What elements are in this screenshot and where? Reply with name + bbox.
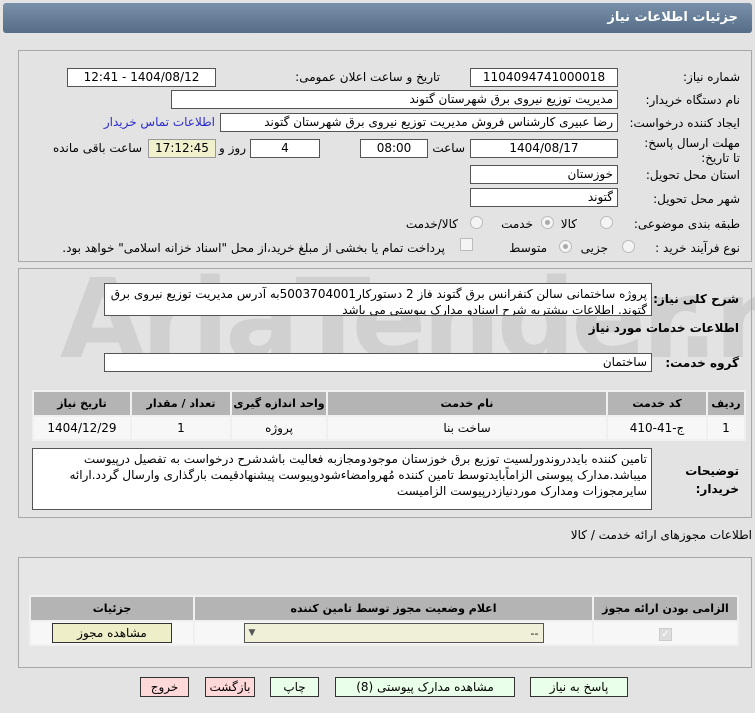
days-field[interactable]: 4: [250, 139, 320, 158]
exit-button[interactable]: خروج: [140, 677, 189, 697]
city-field[interactable]: گتوند: [470, 188, 618, 207]
col-code: کد خدمت: [608, 392, 706, 415]
announce-label: تاریخ و ساعت اعلان عمومی:: [295, 70, 440, 84]
col-permit-details: جزئیات: [31, 597, 193, 620]
chevron-down-icon: ▼: [248, 628, 256, 638]
remaining-time: 17:12:45: [148, 139, 216, 158]
announce-field[interactable]: 1404/08/12 - 12:41: [67, 68, 216, 87]
category-radio-both[interactable]: [470, 216, 483, 229]
category-label: طبقه بندی موضوعی:: [633, 217, 740, 231]
deadline-date-field[interactable]: 1404/08/17: [470, 139, 618, 158]
permits-table: الزامی بودن ارائه مجوز اعلام وضعیت مجوز …: [29, 595, 739, 646]
reply-button[interactable]: پاسخ به نیاز: [530, 677, 628, 697]
services-table: ردیف کد خدمت نام خدمت واحد اندازه گیری ت…: [32, 390, 746, 441]
view-permit-button[interactable]: مشاهده مجوز: [52, 623, 172, 643]
process-radio-minor[interactable]: [622, 240, 635, 253]
col-date: تاریخ نیاز: [34, 392, 130, 415]
cell-row: 1: [708, 417, 744, 439]
treasury-payment-note: پرداخت تمام یا بخشی از مبلغ خرید،از محل …: [62, 241, 445, 255]
permits-header-row: الزامی بودن ارائه مجوز اعلام وضعیت مجوز …: [31, 597, 737, 620]
back-button[interactable]: بازگشت: [205, 677, 255, 697]
cell-qty: 1: [132, 417, 230, 439]
permits-title: اطلاعات مجوزهای ارائه خدمت / کالا: [570, 528, 752, 542]
summary-textarea[interactable]: پروژه ساختمانی سالن کنفرانس برق گتوند فا…: [104, 283, 652, 316]
permit-status-value: --: [530, 626, 539, 640]
creator-field[interactable]: رضا عبیری کارشناس فروش مدیریت توزیع نیرو…: [220, 113, 618, 132]
summary-label: شرح کلی نیاز:: [653, 292, 739, 306]
service-group-label: گروه خدمت:: [665, 356, 739, 370]
cell-unit: پروژه: [232, 417, 326, 439]
process-radio-medium[interactable]: [559, 240, 572, 253]
need-number-label: شماره نیاز:: [683, 70, 740, 84]
col-qty: تعداد / مقدار: [132, 392, 230, 415]
table-row: 1 ج-41-410 ساخت بنا پروژه 1 1404/12/29: [34, 417, 744, 439]
category-option-service: خدمت: [501, 217, 533, 231]
category-option-both: کالا/خدمت: [405, 217, 458, 231]
cell-permit-status: -- ▼: [195, 622, 592, 644]
col-permit-status: اعلام وضعیت مجوز توسط تامین کننده: [195, 597, 592, 620]
page-header: جزئیات اطلاعات نیاز: [3, 3, 752, 33]
cell-permit-required: ✓: [594, 622, 737, 644]
cell-date: 1404/12/29: [34, 417, 130, 439]
city-label: شهر محل تحویل:: [653, 192, 740, 206]
process-label: نوع فرآیند خرید :: [655, 241, 740, 255]
treasury-payment-checkbox[interactable]: [460, 238, 473, 251]
col-permit-required: الزامی بودن ارائه مجوز: [594, 597, 737, 620]
service-group-field[interactable]: ساختمان: [104, 353, 652, 372]
category-radio-goods[interactable]: [600, 216, 613, 229]
process-option-medium: متوسط: [509, 241, 547, 255]
process-option-minor: جزیی: [580, 241, 608, 255]
permit-status-select[interactable]: -- ▼: [243, 623, 544, 643]
need-number-field[interactable]: 1104094741000018: [470, 68, 618, 87]
days-label: روز و: [219, 141, 246, 155]
remaining-label: ساعت باقی مانده: [52, 141, 142, 155]
category-option-goods: کالا: [560, 217, 577, 231]
province-field[interactable]: خوزستان: [470, 165, 618, 184]
services-header-row: ردیف کد خدمت نام خدمت واحد اندازه گیری ت…: [34, 392, 744, 415]
services-title: اطلاعات خدمات مورد نیاز: [588, 321, 739, 335]
col-name: نام خدمت: [328, 392, 606, 415]
deadline-label: مهلت ارسال پاسخ: تا تاریخ:: [644, 136, 740, 165]
print-button[interactable]: چاپ: [270, 677, 319, 697]
province-label: استان محل تحویل:: [645, 168, 740, 182]
buyer-field[interactable]: مدیریت توزیع نیروی برق شهرستان گتوند: [171, 90, 618, 109]
buyer-notes-label: توضیحات خریدار:: [685, 464, 739, 496]
buyer-notes-textarea[interactable]: تامین کننده بایددروندورلسیت توزیع برق خو…: [32, 448, 652, 510]
buyer-label: نام دستگاه خریدار:: [645, 93, 741, 107]
col-row: ردیف: [708, 392, 744, 415]
category-radio-service[interactable]: [541, 216, 554, 229]
deadline-time-field[interactable]: 08:00: [360, 139, 428, 158]
creator-label: ایجاد کننده درخواست:: [629, 116, 740, 130]
view-attachments-button[interactable]: مشاهده مدارک پیوستی (8): [335, 677, 515, 697]
table-row: ✓ -- ▼ مشاهده مجوز: [31, 622, 737, 644]
cell-code: ج-41-410: [608, 417, 706, 439]
cell-name: ساخت بنا: [328, 417, 606, 439]
col-unit: واحد اندازه گیری: [232, 392, 326, 415]
permit-required-checkbox[interactable]: ✓: [659, 627, 672, 641]
cell-permit-details: مشاهده مجوز: [31, 622, 193, 644]
buyer-contact-link[interactable]: اطلاعات تماس خریدار: [104, 115, 215, 129]
time-label: ساعت: [432, 141, 465, 155]
